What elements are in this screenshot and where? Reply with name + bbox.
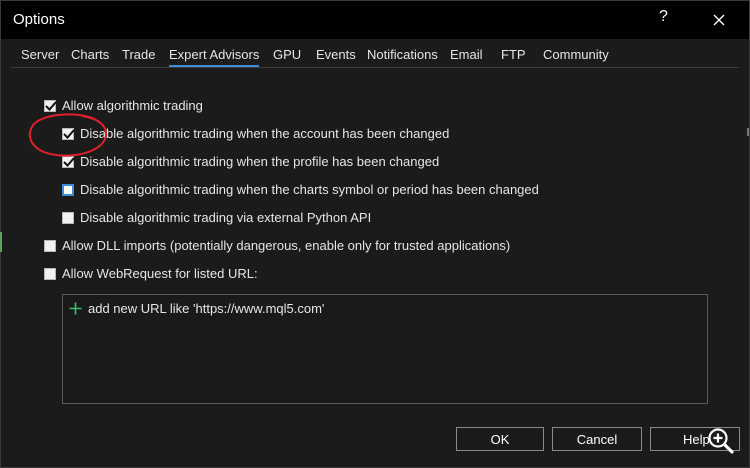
tab-expert-advisors[interactable]: Expert Advisors [169,47,260,67]
allow-algo-trading-checkbox[interactable] [44,99,57,112]
disable-on-account-change-option[interactable]: Disable algorithmic trading when the acc… [62,126,449,141]
plus-icon [69,302,82,315]
disable-on-symbol-change-option[interactable]: Disable algorithmic trading when the cha… [62,182,539,197]
disable-on-symbol-change-checkbox[interactable] [62,183,74,196]
tab-gpu[interactable]: GPU [273,47,301,62]
tab-bar: Server Charts Trade Expert Advisors GPU … [11,39,739,68]
tab-server[interactable]: Server [21,47,59,62]
allow-algo-trading-label: Allow algorithmic trading [62,98,203,113]
tab-community[interactable]: Community [543,47,609,62]
allow-webrequest-label: Allow WebRequest for listed URL: [62,266,258,281]
cancel-button[interactable]: Cancel [552,427,642,451]
right-edge-marker [747,128,749,136]
checkmark-icon [63,128,75,139]
disable-on-profile-change-checkbox[interactable] [62,155,75,168]
allow-dll-imports-option[interactable]: Allow DLL imports (potentially dangerous… [44,238,510,253]
tab-ftp[interactable]: FTP [501,47,526,62]
disable-on-account-change-checkbox[interactable] [62,127,75,140]
disable-on-symbol-change-label: Disable algorithmic trading when the cha… [80,182,539,197]
allow-webrequest-option[interactable]: Allow WebRequest for listed URL: [44,266,258,281]
tab-events[interactable]: Events [316,47,356,62]
allow-dll-imports-label: Allow DLL imports (potentially dangerous… [62,238,511,253]
ok-button[interactable]: OK [456,427,544,451]
help-question-button[interactable]: ? [659,8,668,26]
url-list[interactable]: add new URL like 'https://www.mql5.com' [62,294,708,404]
close-icon[interactable] [705,8,733,32]
tab-email[interactable]: Email [450,47,483,62]
zoom-in-icon[interactable] [706,426,736,456]
tab-trade[interactable]: Trade [122,47,155,62]
tab-notifications[interactable]: Notifications [367,47,438,62]
window-title: Options [13,11,65,28]
add-url-row[interactable]: add new URL like 'https://www.mql5.com' [69,301,324,316]
disable-python-api-option[interactable]: Disable algorithmic trading via external… [62,210,371,225]
allow-webrequest-checkbox[interactable] [44,267,56,280]
checkmark-icon [45,100,57,111]
disable-python-api-checkbox[interactable] [62,211,74,224]
tab-charts[interactable]: Charts [71,47,109,62]
disable-on-account-change-label: Disable algorithmic trading when the acc… [80,126,450,141]
disable-python-api-label: Disable algorithmic trading via external… [80,210,372,225]
disable-on-profile-change-option[interactable]: Disable algorithmic trading when the pro… [62,154,439,169]
add-url-text: add new URL like 'https://www.mql5.com' [88,301,325,316]
allow-dll-imports-checkbox[interactable] [44,239,56,252]
allow-algo-trading-option[interactable]: Allow algorithmic trading [44,98,203,113]
disable-on-profile-change-label: Disable algorithmic trading when the pro… [80,154,440,169]
left-edge-marker [0,232,2,252]
title-bar: Options ? [1,1,749,39]
checkmark-icon [63,156,75,167]
